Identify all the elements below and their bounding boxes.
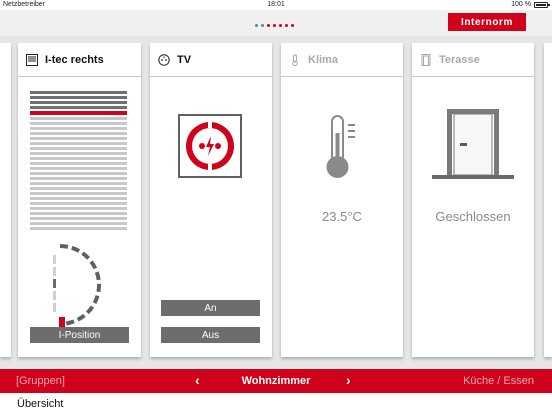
card-partial-left[interactable] xyxy=(0,43,11,357)
battery-percent: 100 % xyxy=(511,1,531,8)
chevron-left-icon[interactable]: ‹ xyxy=(195,372,200,388)
thermometer-graphic xyxy=(326,115,355,178)
blind-position-graphic[interactable] xyxy=(18,77,141,357)
card-itec-rechts[interactable]: I-tec rechts I-Position xyxy=(18,43,141,357)
footer-bar: Übersicht xyxy=(0,393,552,414)
battery-indicator: 100 % xyxy=(511,1,550,8)
chevron-right-icon[interactable]: › xyxy=(346,372,351,388)
overview-button[interactable]: Übersicht xyxy=(17,398,63,410)
temperature-value: 23.5°C xyxy=(322,209,362,224)
room-navigation: [Gruppen] Wohnzimmer ‹ › Küche / Essen xyxy=(0,369,552,393)
page-dot xyxy=(273,24,276,27)
blind-icon xyxy=(26,53,38,66)
card-tv[interactable]: TV An Aus xyxy=(150,43,272,357)
page-dot xyxy=(261,24,264,27)
page-indicator[interactable] xyxy=(255,24,294,27)
card-title: Terasse xyxy=(439,53,480,66)
clock: 18:01 xyxy=(267,1,285,8)
next-room-button[interactable]: Küche / Essen xyxy=(463,375,534,387)
thermometer-icon xyxy=(292,54,298,66)
card-header: I-tec rechts xyxy=(18,43,141,77)
card-title: TV xyxy=(177,53,192,66)
card-klima[interactable]: Klima 23.5°C xyxy=(281,43,403,357)
card-header: Terasse xyxy=(412,43,534,77)
page-dot xyxy=(255,24,258,27)
top-bar: Internorm xyxy=(0,10,552,36)
door-status: Geschlossen xyxy=(435,209,511,224)
door-icon xyxy=(421,53,431,66)
page-dot xyxy=(279,24,282,27)
door-graphic xyxy=(432,109,514,179)
battery-icon xyxy=(534,1,550,8)
page-dot xyxy=(285,24,288,27)
power-socket-icon[interactable] xyxy=(178,114,242,178)
brand-logo: Internorm xyxy=(448,13,526,31)
card-title: I-tec rechts xyxy=(45,53,104,66)
card-header: Klima xyxy=(281,43,403,77)
card-title: Klima xyxy=(308,53,338,66)
i-position-button[interactable]: I-Position xyxy=(30,327,129,343)
page-dot-active xyxy=(267,24,270,27)
status-bar: Netzbetreiber 18:01 100 % xyxy=(0,0,552,10)
socket-icon xyxy=(158,53,170,66)
page-dot xyxy=(291,24,294,27)
on-button[interactable]: An xyxy=(161,300,260,316)
card-header: TV xyxy=(150,43,272,77)
card-partial-right[interactable] xyxy=(544,43,552,357)
card-terasse[interactable]: Terasse Geschlossen xyxy=(412,43,534,357)
off-button[interactable]: Aus xyxy=(161,327,260,343)
